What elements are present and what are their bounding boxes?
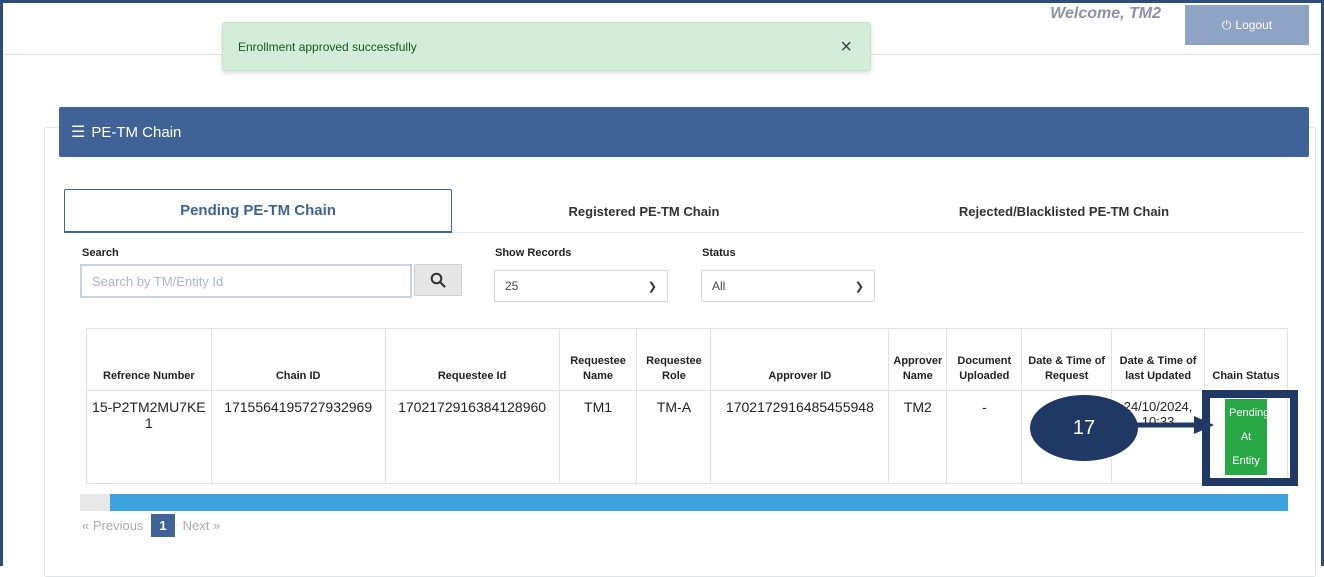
cell-ref: 15-P2TM2MU7KE1 — [86, 390, 212, 484]
previous-page-link[interactable]: « Previous — [82, 518, 143, 533]
column-header: Requestee Role — [636, 328, 712, 391]
panel-header: ☰ PE-TM Chain — [59, 107, 1309, 157]
search-icon — [430, 272, 446, 288]
records-value: 25 — [505, 279, 519, 293]
column-header: Approver Name — [888, 328, 948, 391]
toast-message: Enrollment approved successfully — [238, 39, 417, 54]
cell-requestee-role: TM-A — [636, 390, 712, 484]
column-header: Chain ID — [210, 328, 386, 391]
scrollbar-thumb[interactable] — [110, 494, 1288, 511]
column-header: Date & Time of Request — [1021, 328, 1113, 391]
tab-pending[interactable]: Pending PE-TM Chain — [64, 189, 452, 233]
cell-approver-name: TM2 — [888, 390, 948, 484]
status-select[interactable]: All ❯ — [701, 270, 875, 302]
welcome-text: Welcome, TM2 — [1050, 5, 1161, 22]
cell-requestee-id: 1702172916384128960 — [384, 390, 560, 484]
menu-icon: ☰ — [71, 124, 86, 141]
cell-chain-id: 1715564195727932969 — [210, 390, 386, 484]
power-icon: ⏻ — [1221, 17, 1232, 32]
horizontal-scrollbar[interactable] — [80, 494, 1288, 511]
records-select[interactable]: 25 ❯ — [494, 270, 668, 302]
tab-rejected-label: Rejected/Blacklisted PE-TM Chain — [958, 203, 1170, 219]
tab-bar: Pending PE-TM Chain Registered PE-TM Cha… — [64, 189, 1304, 233]
next-page-link[interactable]: Next » — [183, 518, 221, 533]
cell-document: - — [946, 390, 1023, 484]
search-label: Search — [82, 247, 119, 259]
cell-approver-id: 1702172916485455948 — [710, 390, 890, 484]
tab-registered[interactable]: Registered PE-TM Chain — [452, 189, 836, 233]
table-header-row: Refrence Number Chain ID Requestee Id Re… — [86, 328, 1288, 391]
tab-rejected[interactable]: Rejected/Blacklisted PE-TM Chain — [836, 189, 1292, 233]
status-value: All — [712, 279, 726, 293]
success-toast: Enrollment approved successfully × — [222, 22, 871, 71]
records-label: Show Records — [495, 247, 572, 259]
tab-pending-label: Pending PE-TM Chain — [180, 202, 336, 219]
cell-requestee-name: TM1 — [558, 390, 638, 484]
panel-title: PE-TM Chain — [91, 123, 182, 141]
column-header: Requestee Id — [384, 328, 560, 391]
column-header: Requestee Name — [558, 328, 638, 391]
chevron-down-icon: ❯ — [647, 281, 657, 293]
pagination: « Previous 1 Next » — [82, 514, 220, 537]
column-header: Chain Status — [1204, 328, 1288, 391]
column-header: Refrence Number — [86, 328, 212, 391]
logout-label: Logout — [1235, 18, 1273, 32]
current-page[interactable]: 1 — [151, 514, 175, 537]
column-header: Approver ID — [710, 328, 890, 391]
chevron-down-icon: ❯ — [854, 281, 864, 293]
search-input[interactable] — [80, 264, 412, 298]
column-header: Date & Time of last Updated — [1111, 328, 1206, 391]
status-label: Status — [702, 247, 736, 259]
search-button[interactable] — [414, 264, 462, 296]
logout-button[interactable]: ⏻ Logout — [1185, 5, 1309, 45]
annotation-number: 17 — [1072, 416, 1096, 439]
tab-registered-label: Registered PE-TM Chain — [568, 203, 720, 219]
annotation-callout: 17 — [1030, 395, 1138, 461]
close-icon[interactable]: × — [840, 36, 852, 59]
column-header: Document Uploaded — [946, 328, 1023, 391]
annotation-arrow-icon — [1130, 416, 1214, 434]
annotation-highlight-box — [1202, 390, 1298, 486]
